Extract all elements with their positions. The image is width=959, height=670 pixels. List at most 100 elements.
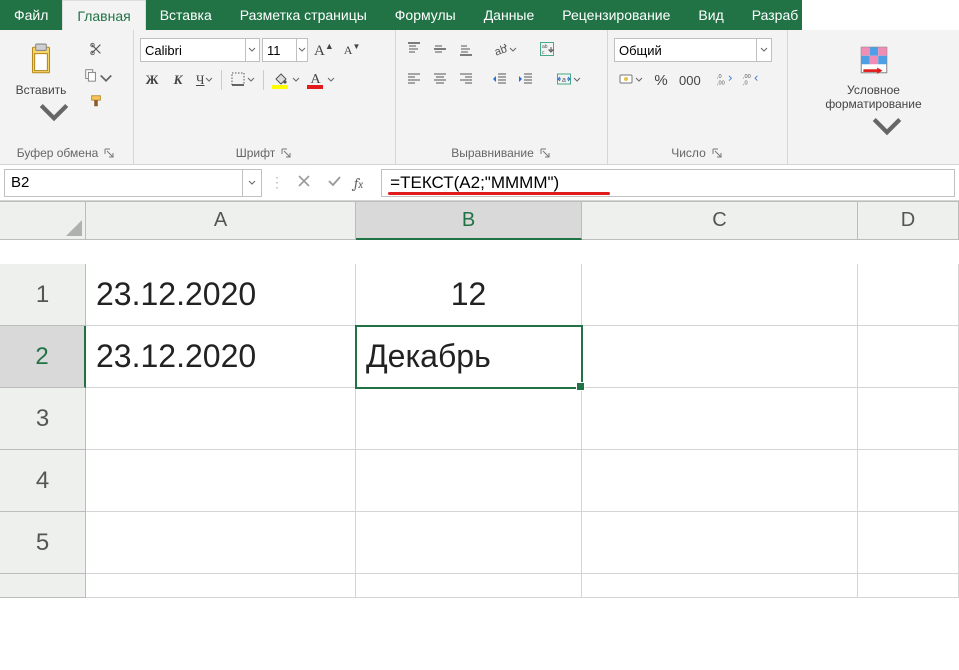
cell-D4[interactable] bbox=[858, 450, 959, 512]
cell-C1[interactable] bbox=[582, 264, 858, 326]
align-middle-button[interactable] bbox=[428, 38, 452, 62]
name-box-input[interactable] bbox=[5, 174, 242, 191]
align-top-button[interactable] bbox=[402, 38, 426, 62]
tab-review[interactable]: Рецензирование bbox=[548, 0, 684, 30]
align-right-button[interactable] bbox=[454, 68, 478, 92]
increase-indent-button[interactable] bbox=[514, 68, 538, 92]
cell-B2[interactable]: Декабрь bbox=[356, 326, 582, 388]
copy-button[interactable] bbox=[80, 64, 111, 88]
cell-A4[interactable] bbox=[86, 450, 356, 512]
font-color-button[interactable]: А bbox=[306, 68, 338, 92]
formula-bar[interactable] bbox=[381, 169, 955, 197]
merge-icon: a bbox=[556, 71, 572, 90]
caret-icon bbox=[296, 39, 307, 61]
wrap-text-button[interactable]: abc bbox=[535, 38, 559, 62]
row-header-5[interactable]: 5 bbox=[0, 512, 86, 574]
row-header-1[interactable]: 1 bbox=[0, 264, 86, 326]
font-size-input[interactable] bbox=[263, 43, 296, 58]
paintbrush-icon bbox=[89, 94, 103, 111]
shrink-font-button[interactable]: A▼ bbox=[340, 38, 365, 62]
cut-button[interactable] bbox=[80, 38, 111, 62]
column-header-C[interactable]: C bbox=[582, 202, 858, 240]
formula-highlight bbox=[388, 192, 610, 195]
caret-icon bbox=[756, 39, 771, 61]
fill-color-button[interactable] bbox=[268, 68, 304, 92]
cell-A6[interactable] bbox=[86, 574, 356, 598]
clipboard-launcher[interactable] bbox=[102, 146, 116, 160]
row-header-3[interactable]: 3 bbox=[0, 388, 86, 450]
column-header-D[interactable]: D bbox=[858, 202, 959, 240]
row-header-4[interactable]: 4 bbox=[0, 450, 86, 512]
cell-A1[interactable]: 23.12.2020 bbox=[86, 264, 356, 326]
row-header-2[interactable]: 2 bbox=[0, 326, 86, 388]
paste-button[interactable]: Вставить bbox=[6, 34, 76, 124]
align-left-button[interactable] bbox=[402, 68, 426, 92]
cell-B6[interactable] bbox=[356, 574, 582, 598]
cell-B1[interactable]: 12 bbox=[356, 264, 582, 326]
cell-A5[interactable] bbox=[86, 512, 356, 574]
align-center-button[interactable] bbox=[428, 68, 452, 92]
row-header-6[interactable] bbox=[0, 574, 86, 598]
cell-B5[interactable] bbox=[356, 512, 582, 574]
column-header-B[interactable]: B bbox=[356, 202, 582, 240]
borders-button[interactable] bbox=[226, 68, 259, 92]
decrease-decimal-button[interactable]: ,00,0 bbox=[739, 68, 763, 92]
enter-formula-button[interactable] bbox=[320, 171, 348, 195]
fx-icon[interactable]: fx bbox=[354, 174, 363, 192]
name-box[interactable] bbox=[4, 169, 262, 197]
tab-view[interactable]: Вид bbox=[684, 0, 737, 30]
cell-A2[interactable]: 23.12.2020 bbox=[86, 326, 356, 388]
merge-center-button[interactable]: a bbox=[552, 68, 585, 92]
bold-button[interactable]: Ж bbox=[140, 68, 164, 92]
worksheet-grid[interactable]: A B C D 1 23.12.2020 12 2 23.12.2020 Дек… bbox=[0, 201, 959, 636]
number-launcher[interactable] bbox=[710, 146, 724, 160]
font-name-input[interactable] bbox=[141, 43, 245, 58]
decrease-indent-button[interactable] bbox=[488, 68, 512, 92]
cell-A3[interactable] bbox=[86, 388, 356, 450]
cancel-formula-button[interactable] bbox=[290, 171, 318, 195]
group-font-label: Шрифт bbox=[236, 143, 275, 163]
cell-C2[interactable] bbox=[582, 326, 858, 388]
underline-button[interactable]: Ч bbox=[192, 68, 217, 92]
cell-D3[interactable] bbox=[858, 388, 959, 450]
format-painter-button[interactable] bbox=[80, 90, 111, 114]
x-icon bbox=[296, 173, 312, 192]
number-format-input[interactable] bbox=[615, 43, 756, 58]
cell-C6[interactable] bbox=[582, 574, 858, 598]
number-format-combo[interactable] bbox=[614, 38, 772, 62]
font-launcher[interactable] bbox=[279, 146, 293, 160]
grow-font-button[interactable]: A▲ bbox=[310, 38, 338, 62]
tab-file[interactable]: Файл bbox=[0, 0, 62, 30]
select-all-corner[interactable] bbox=[0, 202, 86, 240]
cell-B4[interactable] bbox=[356, 450, 582, 512]
tab-formulas[interactable]: Формулы bbox=[381, 0, 470, 30]
cell-D5[interactable] bbox=[858, 512, 959, 574]
decrease-indent-icon bbox=[492, 71, 508, 90]
font-size-combo[interactable] bbox=[262, 38, 308, 62]
align-bottom-button[interactable] bbox=[454, 38, 478, 62]
italic-button[interactable]: К bbox=[166, 68, 190, 92]
cell-B3[interactable] bbox=[356, 388, 582, 450]
cell-D6[interactable] bbox=[858, 574, 959, 598]
cell-D2[interactable] bbox=[858, 326, 959, 388]
formula-input[interactable] bbox=[382, 173, 954, 193]
tab-home[interactable]: Главная bbox=[62, 0, 145, 30]
font-name-combo[interactable] bbox=[140, 38, 260, 62]
increase-decimal-button[interactable]: ,0,00 bbox=[713, 68, 737, 92]
percent-button[interactable]: % bbox=[649, 68, 673, 92]
tab-data[interactable]: Данные bbox=[470, 0, 549, 30]
alignment-launcher[interactable] bbox=[538, 146, 552, 160]
tab-developer[interactable]: Разраб bbox=[738, 0, 803, 30]
conditional-formatting-button[interactable]: Условное форматирование bbox=[804, 34, 944, 124]
comma-style-button[interactable]: 000 bbox=[675, 68, 705, 92]
currency-button[interactable] bbox=[614, 68, 647, 92]
cell-C4[interactable] bbox=[582, 450, 858, 512]
tab-insert[interactable]: Вставка bbox=[146, 0, 226, 30]
cell-C3[interactable] bbox=[582, 388, 858, 450]
orientation-button[interactable]: ab bbox=[488, 38, 521, 62]
align-center-icon bbox=[432, 71, 448, 90]
cell-D1[interactable] bbox=[858, 264, 959, 326]
tab-page-layout[interactable]: Разметка страницы bbox=[226, 0, 381, 30]
cell-C5[interactable] bbox=[582, 512, 858, 574]
column-header-A[interactable]: A bbox=[86, 202, 356, 240]
